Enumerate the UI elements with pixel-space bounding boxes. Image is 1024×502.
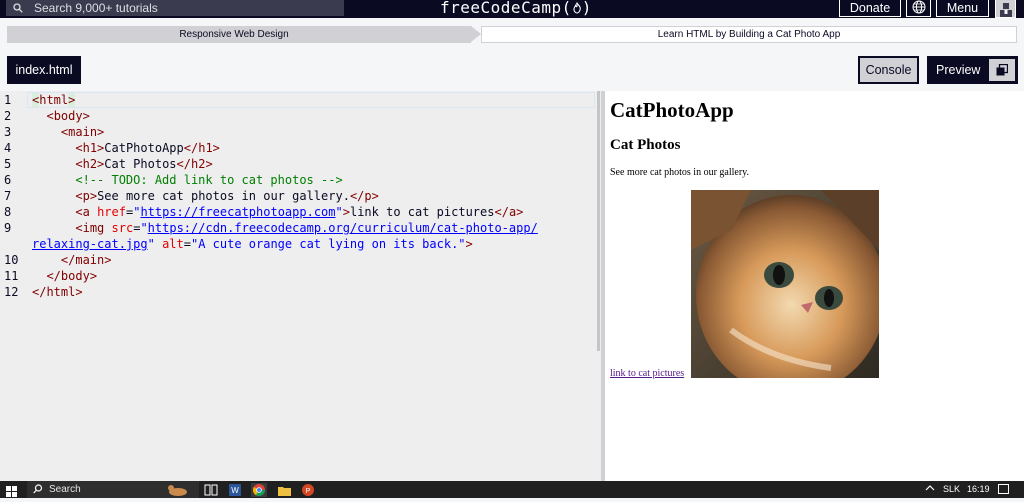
code-line: relaxing-cat.jpg" alt="A cute orange cat… [32,237,473,251]
logo-paren: ) [581,0,592,17]
breadcrumb: Responsive Web Design Learn HTML by Buil… [7,26,1017,43]
code-line: <h2>Cat Photos</h2> [75,157,213,171]
line-number: 12 [4,285,19,299]
code-line: </main> [60,253,112,267]
line-number: 1 [4,93,12,107]
svg-text:W: W [231,486,239,495]
chrome-icon[interactable] [251,483,267,497]
cat-widget-icon[interactable] [165,483,191,497]
logo-text: freeCodeCamp( [440,0,572,17]
user-avatar-icon[interactable] [995,0,1016,18]
clock[interactable]: 16:19 [967,484,990,494]
preview-heading-2: Cat Photos [610,137,681,153]
breadcrumb-superblock[interactable]: Responsive Web Design [7,26,471,43]
windows-taskbar: Search W P SLK 16:19 [0,481,1024,498]
line-number: 11 [4,269,19,283]
code-line: <body> [46,109,90,123]
search-placeholder: Search 9,000+ tutorials [34,1,158,15]
preview-cat-image [691,190,879,378]
code-line: <h1>CatPhotoApp</h1> [75,141,220,155]
editor-scrollbar-thumb[interactable] [597,91,600,351]
svg-text:P: P [306,488,311,495]
word-icon[interactable]: W [227,483,243,497]
breadcrumb-block[interactable]: Learn HTML by Building a Cat Photo App [481,26,1017,43]
code-line: <!-- TODO: Add link to cat photos --> [75,173,343,187]
freecodecamp-logo[interactable]: freeCodeCamp() [440,0,592,17]
preview-cat-link[interactable]: link to cat pictures [610,368,684,379]
code-editor[interactable]: 1 2 3 4 5 6 7 8 9 10 11 12 <html> <body>… [0,91,601,481]
donate-button[interactable]: Donate [839,0,901,17]
line-number: 9 [4,221,12,235]
search-icon [33,481,43,499]
code-line: </html> [32,285,83,299]
code-line: <p>See more cat photos in our gallery.</… [75,189,379,203]
tray-chevron-up-icon[interactable] [925,483,935,496]
windows-start-icon[interactable] [6,484,17,497]
line-number: 8 [4,205,12,219]
flame-icon [572,0,582,17]
preview-label: Preview [936,63,981,77]
preview-button[interactable]: Preview [927,56,1018,84]
code-line: <main> [60,125,105,139]
line-number: 4 [4,141,12,155]
powerpoint-icon[interactable]: P [300,483,316,497]
code-line: </body> [46,269,98,283]
notification-icon[interactable] [998,484,1009,494]
line-number: 5 [4,157,12,171]
top-navbar: Search 9,000+ tutorials freeCodeCamp() D… [0,0,1024,18]
search-icon [12,2,24,14]
code-line: <img src="https://cdn.freecodecamp.org/c… [75,221,538,235]
file-tab-index-html[interactable]: index.html [7,56,81,84]
keyboard-language[interactable]: SLK [943,484,960,494]
line-number: 3 [4,125,12,139]
language-button[interactable] [906,0,931,17]
line-number: 7 [4,189,12,203]
preview-paragraph: See more cat photos in our gallery. [610,167,750,178]
globe-icon [912,0,926,17]
popout-window-icon[interactable] [989,59,1015,81]
code-line: <html> [32,93,76,107]
code-line: <a href="https://freecatphotoapp.com">li… [75,205,524,219]
line-number: 10 [4,253,19,267]
console-button[interactable]: Console [858,56,919,84]
preview-pane: CatPhotoApp Cat Photos See more cat phot… [605,91,1024,481]
line-number: 2 [4,109,12,123]
active-line-highlight [27,92,595,108]
taskbar-search-label: Search [49,484,81,495]
task-view-icon[interactable] [203,483,219,497]
search-input[interactable]: Search 9,000+ tutorials [6,0,344,16]
line-number: 6 [4,173,12,187]
menu-button[interactable]: Menu [936,0,989,17]
breadcrumb-arrow [471,26,481,42]
file-explorer-icon[interactable] [276,483,292,497]
preview-heading-1: CatPhotoApp [610,98,734,122]
